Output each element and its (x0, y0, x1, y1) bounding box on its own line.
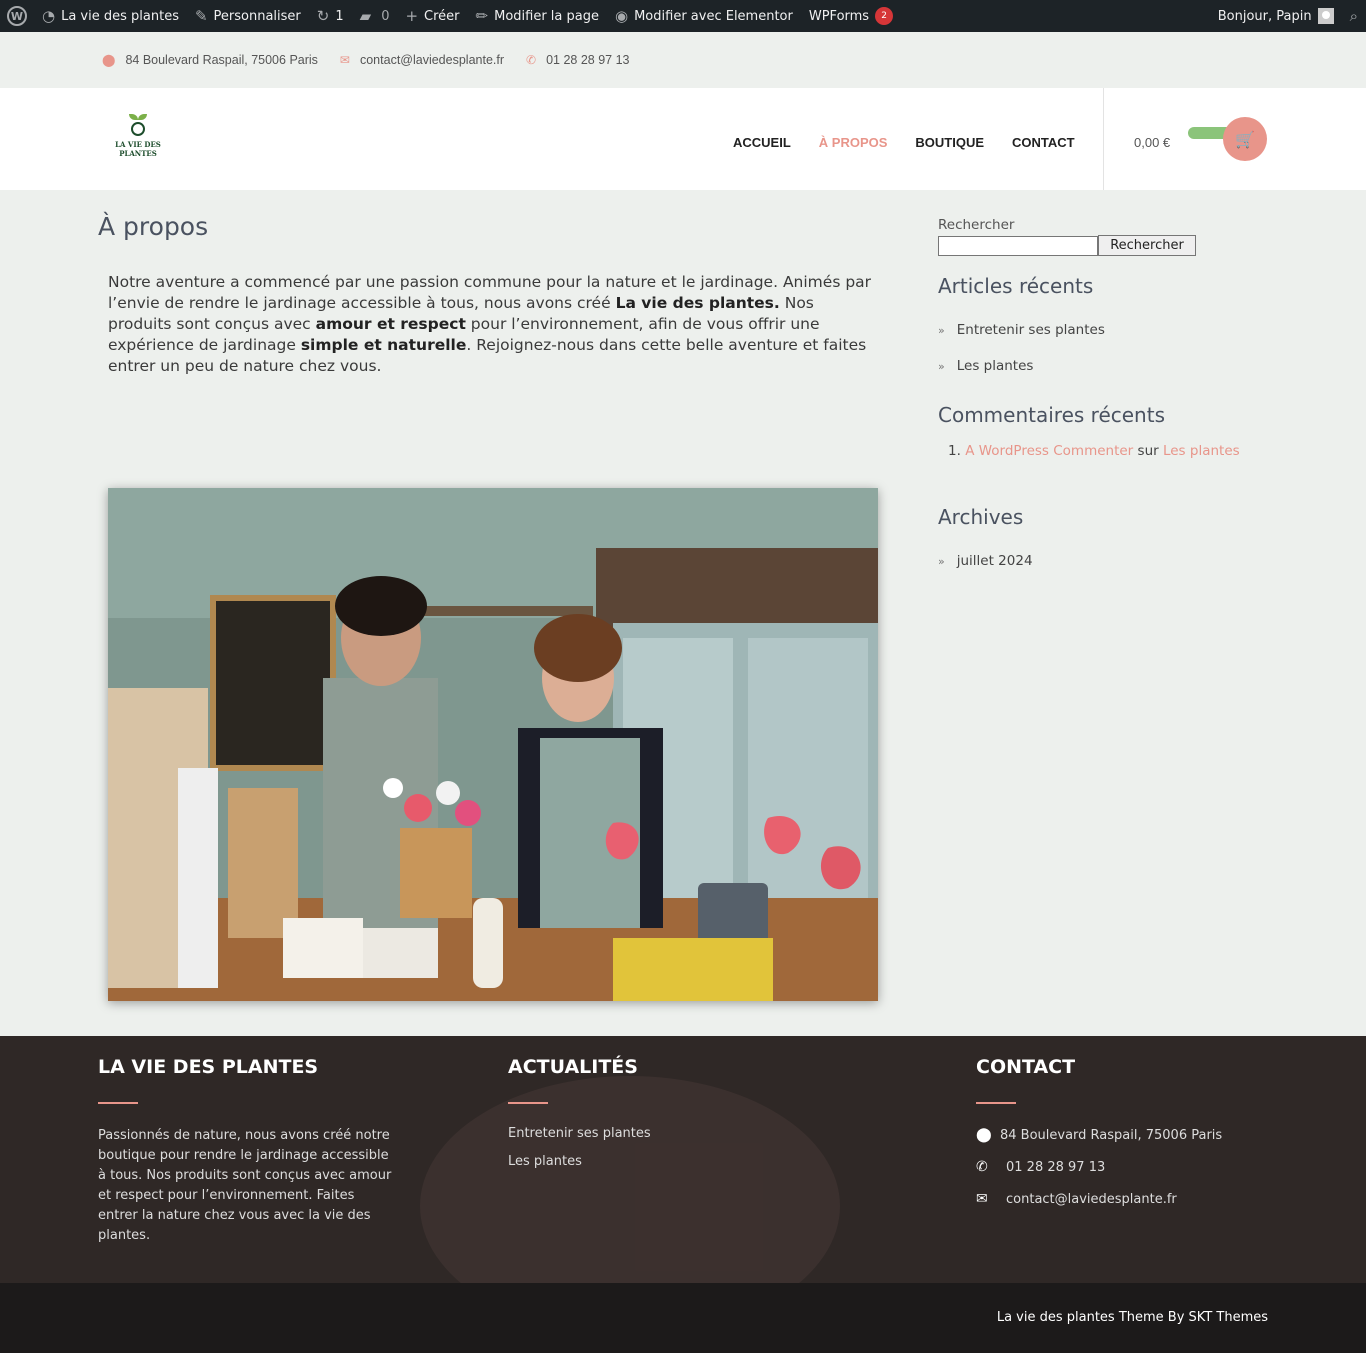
nav-boutique[interactable]: BOUTIQUE (915, 135, 984, 150)
search-button[interactable]: Rechercher (1098, 235, 1196, 256)
footer-divider (508, 1102, 548, 1104)
footer-news-link[interactable]: Entretenir ses plantes (508, 1126, 651, 1141)
footer-divider (976, 1102, 1016, 1104)
footer-contact-heading: CONTACT (976, 1056, 1076, 1078)
envelope-icon: ✉ (976, 1191, 988, 1207)
archive-item[interactable]: » juillet 2024 (938, 553, 1033, 569)
footer-phone[interactable]: ✆ 01 28 28 97 13 (976, 1159, 1105, 1175)
footer-news-link[interactable]: Les plantes (508, 1154, 582, 1169)
comment-author-link[interactable]: A WordPress Commenter (965, 443, 1133, 459)
top-info-bar: ⬤ 84 Boulevard Raspail, 75006 Paris ✉ cont… (0, 32, 1366, 88)
pencil-icon: ✏ (475, 7, 489, 25)
footer-divider (98, 1102, 138, 1104)
main-navigation: ACCUEIL À PROPOS BOUTIQUE CONTACT (733, 135, 1103, 150)
page-title: À propos (98, 212, 209, 241)
footer-about-text: Passionnés de nature, nous avons créé no… (98, 1128, 392, 1243)
search-label: Rechercher (938, 217, 1015, 233)
map-marker-icon: ⬤ (976, 1127, 992, 1143)
topbar-phone[interactable]: ✆ 01 28 28 97 13 (526, 53, 629, 67)
avatar (1317, 8, 1334, 24)
recent-post-item[interactable]: » Entretenir ses plantes (938, 322, 1105, 338)
phone-icon: ✆ (526, 53, 537, 67)
plus-icon: + (405, 7, 419, 25)
my-account-link[interactable]: Bonjour, Papin (1210, 0, 1342, 32)
comment-post-link[interactable]: Les plantes (1163, 443, 1240, 459)
recent-post-item[interactable]: » Les plantes (938, 358, 1033, 374)
updates-icon: ↻ (316, 7, 330, 25)
wp-admin-bar: W ◔ La vie des plantes ✎ Personnaliser ↻ 1 … (0, 0, 1366, 32)
plant-logo-icon (126, 114, 150, 138)
recent-comments-heading: Commentaires récents (938, 403, 1165, 427)
edit-page-link[interactable]: ✏ Modifier la page (468, 0, 607, 32)
dashboard-icon: ◔ (42, 7, 56, 25)
site-footer: LA VIE DES PLANTES Passionnés de nature,… (0, 1036, 1366, 1283)
elementor-icon: ◉ (615, 7, 629, 25)
site-name-link[interactable]: ◔ La vie des plantes (34, 0, 187, 32)
footer-email[interactable]: ✉ contact@laviedesplante.fr (976, 1191, 1177, 1207)
updates-link[interactable]: ↻ 1 (309, 0, 352, 32)
phone-icon: ✆ (976, 1159, 988, 1175)
comments-link[interactable]: ▰ 0 (352, 0, 398, 32)
team-photo (108, 488, 878, 1001)
wpforms-badge: 2 (875, 7, 894, 25)
theme-credit[interactable]: La vie des plantes Theme By SKT Themes (997, 1310, 1268, 1325)
elementor-edit-link[interactable]: ◉ Modifier avec Elementor (607, 0, 801, 32)
new-content-link[interactable]: + Créer (397, 0, 467, 32)
wpforms-link[interactable]: WPForms 2 (801, 0, 901, 32)
wordpress-logo-button[interactable]: W (0, 0, 34, 32)
site-header: LA VIE DES PLANTES ACCUEIL À PROPOS BOUT… (0, 88, 1366, 190)
brush-icon: ✎ (194, 7, 208, 25)
florist-shop-illustration (108, 488, 878, 1001)
footer-address: ⬤ 84 Boulevard Raspail, 75006 Paris (976, 1127, 1223, 1143)
wordpress-icon: W (7, 6, 27, 26)
recent-posts-heading: Articles récents (938, 274, 1094, 298)
admin-search-button[interactable]: ⌕ (1342, 0, 1366, 32)
archives-heading: Archives (938, 505, 1024, 529)
chevron-right-icon: » (938, 323, 945, 337)
recent-comment-item: 1. A WordPress Commenter sur Les plantes (948, 443, 1240, 459)
customize-link[interactable]: ✎ Personnaliser (187, 0, 309, 32)
intro-paragraph: Notre aventure a commencé par une passio… (108, 273, 872, 375)
nav-accueil[interactable]: ACCUEIL (733, 135, 791, 150)
site-logo[interactable]: LA VIE DES PLANTES (112, 114, 164, 164)
topbar-email[interactable]: ✉ contact@laviedesplante.fr (340, 53, 504, 67)
topbar-address: ⬤ 84 Boulevard Raspail, 75006 Paris (102, 53, 318, 67)
header-divider (1103, 88, 1104, 190)
chevron-right-icon: » (938, 554, 945, 568)
footer-bottom-bar: La vie des plantes Theme By SKT Themes (0, 1283, 1366, 1353)
footer-news-heading: ACTUALITÉS (508, 1056, 638, 1078)
nav-a-propos[interactable]: À PROPOS (819, 135, 888, 150)
search-icon: ⌕ (1349, 7, 1358, 25)
nav-contact[interactable]: CONTACT (1012, 135, 1075, 150)
envelope-icon: ✉ (339, 53, 350, 67)
cart-button[interactable]: 🛒 (1223, 117, 1267, 161)
map-pin-icon: ⬤ (102, 53, 116, 67)
search-input[interactable] (938, 236, 1098, 256)
comment-icon: ▰ (359, 7, 372, 25)
shopping-cart-icon: 🛒 (1235, 129, 1255, 149)
cart-total[interactable]: 0,00 € (1134, 135, 1170, 150)
footer-about-heading: LA VIE DES PLANTES (98, 1056, 319, 1078)
chevron-right-icon: » (938, 359, 945, 373)
